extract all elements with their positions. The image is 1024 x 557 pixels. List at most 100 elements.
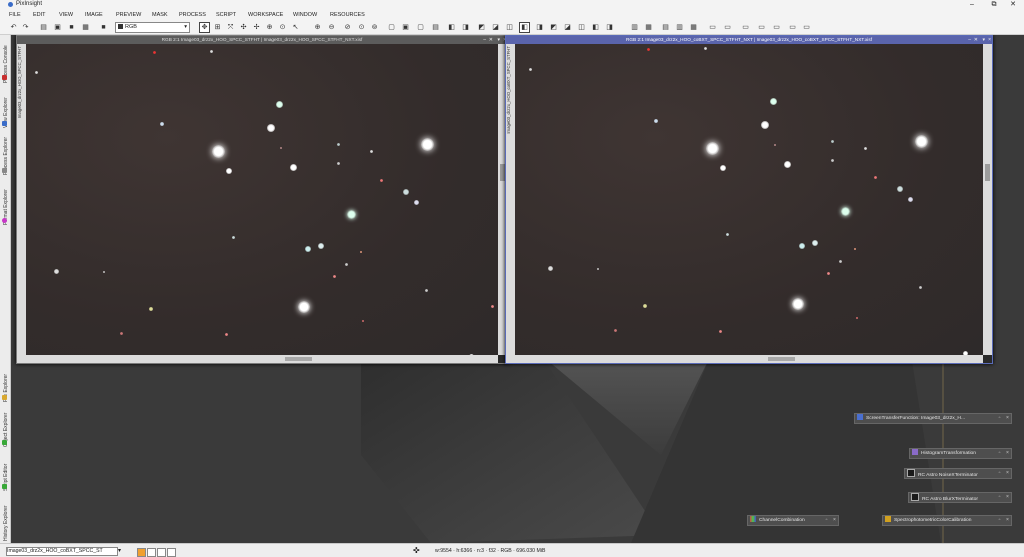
- pin-icon[interactable]: ▾: [982, 36, 985, 44]
- channel-rgb-icon[interactable]: ◧: [519, 22, 530, 33]
- pointer-icon[interactable]: ↖: [290, 22, 301, 33]
- monitor-icon[interactable]: ▭: [707, 22, 718, 33]
- icon-restore-icon[interactable]: ▫: [997, 414, 1002, 423]
- stf-auto-icon[interactable]: ◩: [548, 22, 559, 33]
- scroll-thumb[interactable]: [285, 357, 312, 361]
- screen-2-icon[interactable]: ▭: [756, 22, 767, 33]
- horizontal-scrollbar[interactable]: [26, 355, 498, 363]
- pan-icon[interactable]: ✥: [199, 22, 210, 33]
- preview-icon[interactable]: ▢: [415, 22, 426, 33]
- tab-process-console[interactable]: Process Console: [0, 35, 10, 83]
- view-mode-3-icon[interactable]: [157, 548, 166, 557]
- view-selector[interactable]: Image03_drz2x_HOO_coBXT_SPCC_ST: [6, 547, 118, 556]
- mask-icon[interactable]: ◧: [446, 22, 457, 33]
- menu-window[interactable]: WINDOW: [293, 12, 317, 18]
- tab-script-editor[interactable]: Script Editor: [0, 447, 10, 491]
- menu-image[interactable]: IMAGE: [85, 12, 103, 18]
- icon-close-icon[interactable]: ×: [1005, 469, 1010, 478]
- zoom-tool-icon[interactable]: ⊕: [264, 22, 275, 33]
- tile-icon[interactable]: ▥: [629, 22, 640, 33]
- pin-icon[interactable]: ▾: [497, 36, 500, 44]
- zoom-fit-icon[interactable]: ⤧: [225, 22, 236, 33]
- menu-file[interactable]: FILE: [9, 12, 21, 18]
- tab-file-explorer[interactable]: File Explorer: [0, 360, 10, 402]
- process-icon-histogram[interactable]: HistogramTransformation ▫ ×: [909, 448, 1012, 459]
- image-canvas[interactable]: [26, 44, 498, 355]
- menu-preview[interactable]: PREVIEW: [116, 12, 141, 18]
- cm-icon[interactable]: ◨: [604, 22, 615, 33]
- view-mode-icon[interactable]: [137, 548, 146, 557]
- stf-24bit-icon[interactable]: ◧: [590, 22, 601, 33]
- icon-restore-icon[interactable]: ▫: [997, 516, 1002, 525]
- icon-restore-icon[interactable]: ▫: [997, 493, 1002, 502]
- redo-icon[interactable]: ↷: [20, 22, 31, 33]
- save-icon[interactable]: ▣: [52, 22, 63, 33]
- menu-resources[interactable]: RESOURCES: [330, 12, 365, 18]
- deiconize-icon[interactable]: ▥: [674, 22, 685, 33]
- window-icon[interactable]: ▢: [386, 22, 397, 33]
- zoom-fit-window-icon[interactable]: ⊙: [356, 22, 367, 33]
- save-as-icon[interactable]: ■: [66, 22, 77, 33]
- maximize-icon[interactable]: ⧉: [987, 0, 1001, 9]
- menu-mask[interactable]: MASK: [152, 12, 168, 18]
- tab-view-explorer[interactable]: View Explorer: [0, 83, 10, 128]
- process-icon-channelcombination[interactable]: ChannelCombination ▫ ×: [747, 515, 839, 526]
- menu-edit[interactable]: EDIT: [33, 12, 46, 18]
- color-icon[interactable]: ■: [98, 22, 109, 33]
- maximize-icon[interactable]: ✕: [974, 36, 978, 44]
- window-fit-icon[interactable]: ▣: [400, 22, 411, 33]
- channel-r-icon[interactable]: ◩: [476, 22, 487, 33]
- tab-object-explorer[interactable]: Object Explorer: [0, 402, 10, 447]
- stf-link-icon[interactable]: ◪: [562, 22, 573, 33]
- channel-g-icon[interactable]: ◪: [490, 22, 501, 33]
- zoom-optimal-icon[interactable]: ⊚: [369, 22, 380, 33]
- tab-format-explorer[interactable]: Format Explorer: [0, 175, 10, 225]
- fit-icon[interactable]: ⊞: [212, 22, 223, 33]
- process-icon-blurx[interactable]: RC Astro BlurXTerminator ▫ ×: [908, 492, 1012, 503]
- close-icon[interactable]: ×: [988, 36, 991, 44]
- close-icon[interactable]: ✕: [1006, 0, 1020, 9]
- process-icon-spcc[interactable]: SpectrophotometricColorCalibration ▫ ×: [882, 515, 1012, 526]
- vertical-scrollbar[interactable]: [983, 44, 992, 355]
- icon-close-icon[interactable]: ×: [1005, 493, 1010, 502]
- view-mode-2-icon[interactable]: [147, 548, 156, 557]
- icon-close-icon[interactable]: ×: [1005, 516, 1010, 525]
- icon-restore-icon[interactable]: ▫: [997, 449, 1002, 458]
- iconize-icon[interactable]: ▤: [660, 22, 671, 33]
- image-window-2[interactable]: RGB 2:1 Image03_drz2x_HOO_coBXT_SPCC_STF…: [505, 35, 993, 364]
- channel-b-icon[interactable]: ◫: [504, 22, 515, 33]
- undo-icon[interactable]: ↶: [8, 22, 19, 33]
- icon-restore-icon[interactable]: ▫: [997, 469, 1002, 478]
- zoom-in-icon[interactable]: ⊕: [312, 22, 323, 33]
- icon-close-icon[interactable]: ×: [1005, 414, 1010, 423]
- screen-5-icon[interactable]: ▭: [801, 22, 812, 33]
- maximize-icon[interactable]: ✕: [489, 36, 493, 44]
- stf-reset-icon[interactable]: ◫: [576, 22, 587, 33]
- menu-view[interactable]: VIEW: [59, 12, 73, 18]
- move-icon[interactable]: ✣: [238, 22, 249, 33]
- screen-3-icon[interactable]: ▭: [771, 22, 782, 33]
- screen-icon[interactable]: ▭: [740, 22, 751, 33]
- menu-workspace[interactable]: WORKSPACE: [248, 12, 283, 18]
- icon-close-icon[interactable]: ×: [1005, 449, 1010, 458]
- view-mode-4-icon[interactable]: [167, 548, 176, 557]
- scroll-thumb[interactable]: [768, 357, 795, 361]
- process-icon-noisex[interactable]: RC Astro NoiseXTerminator ▫ ×: [904, 468, 1012, 479]
- image-window-1[interactable]: RGB 2:1 Image03_drz2x_HOO_SPCC_STFHT | I…: [16, 35, 508, 364]
- scroll-thumb[interactable]: [985, 164, 990, 181]
- stf-icon[interactable]: ◨: [534, 22, 545, 33]
- shade-icon[interactable]: –: [483, 36, 486, 44]
- screen-4-icon[interactable]: ▭: [787, 22, 798, 33]
- tab-process-explorer[interactable]: Process Explorer: [0, 128, 10, 175]
- color-mode-select[interactable]: RGB ▾: [115, 22, 190, 33]
- close-image-icon[interactable]: ▦: [80, 22, 91, 33]
- arrange-icon[interactable]: ▦: [688, 22, 699, 33]
- image-canvas[interactable]: [515, 44, 983, 355]
- preview-new-icon[interactable]: ▤: [430, 22, 441, 33]
- icon-restore-icon[interactable]: ▫: [824, 516, 829, 525]
- menu-process[interactable]: PROCESS: [179, 12, 206, 18]
- chevron-down-icon[interactable]: ▾: [118, 547, 121, 554]
- icon-close-icon[interactable]: ×: [832, 516, 837, 525]
- zoom-out-icon[interactable]: ⊖: [326, 22, 337, 33]
- zoom-1-1-icon[interactable]: ⊘: [342, 22, 353, 33]
